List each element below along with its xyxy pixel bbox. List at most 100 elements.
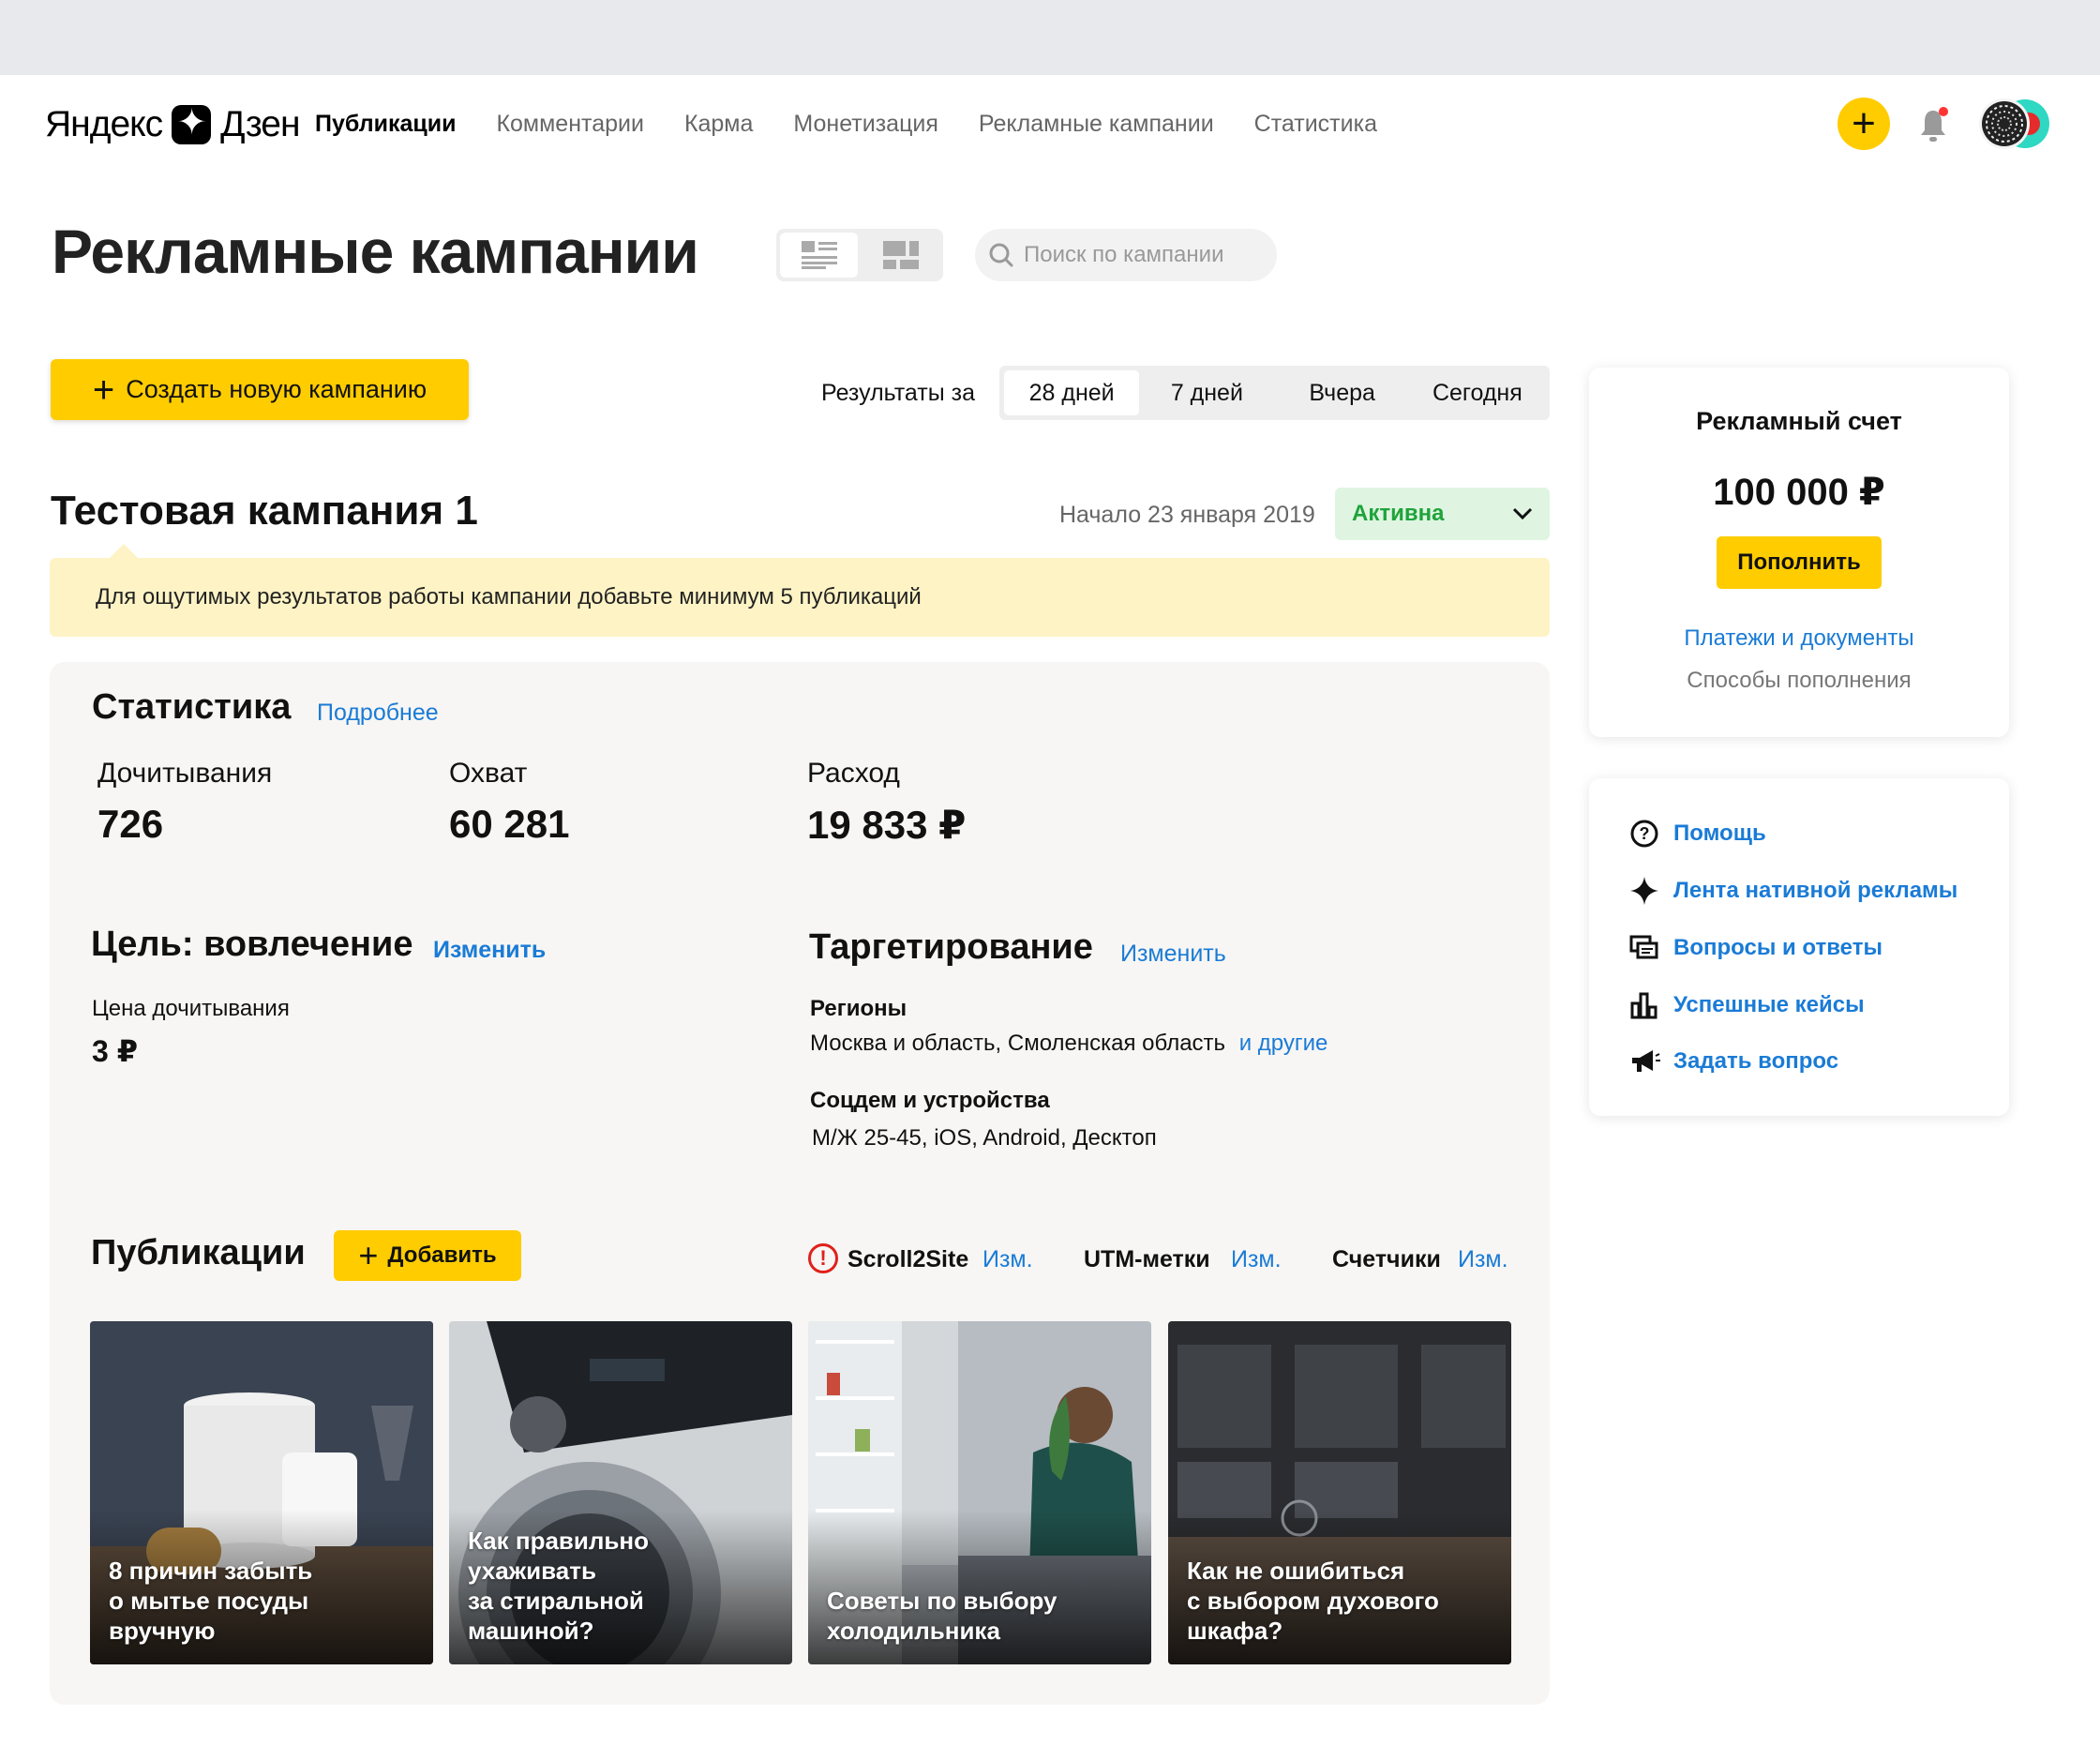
publication-card[interactable]: Как не ошибиться с выбором духового шкаф… xyxy=(1168,1321,1511,1664)
zen-logo-icon xyxy=(172,103,212,144)
stat-label-reach: Охват xyxy=(449,758,528,789)
scroll2site-edit-link[interactable]: Изм. xyxy=(982,1246,1033,1273)
nav-item-publications[interactable]: Публикации xyxy=(315,111,456,138)
campaign-notice: Для ощутимых результатов работы кампании… xyxy=(50,558,1550,637)
publication-caption: 8 причин забыть о мытье посуды вручную xyxy=(109,1556,414,1646)
publication-caption: Советы по выбору холодильника xyxy=(827,1586,1132,1646)
period-label: Результаты за xyxy=(821,380,975,406)
publication-caption: Как правильно ухаживать за стиральной ма… xyxy=(468,1526,773,1646)
goal-price-label: Цена дочитывания xyxy=(92,996,290,1021)
socdem-label: Соцдем и устройства xyxy=(810,1088,1050,1113)
ask-question-link[interactable]: Задать вопрос xyxy=(1628,1046,1838,1077)
stat-value-spend: 19 833 ₽ xyxy=(807,803,967,847)
help-link[interactable]: ? Помощь xyxy=(1628,818,1766,850)
nav-item-karma[interactable]: Карма xyxy=(684,111,753,138)
regions-label: Регионы xyxy=(810,996,908,1021)
publication-card[interactable]: Советы по выбору холодильника xyxy=(808,1321,1151,1664)
logo[interactable]: Яндекс Дзен xyxy=(45,101,301,148)
plus-icon: + xyxy=(358,1236,379,1274)
publication-card[interactable]: Как правильно ухаживать за стиральной ма… xyxy=(449,1321,792,1664)
utm-edit-link[interactable]: Изм. xyxy=(1231,1246,1282,1273)
stat-label-spend: Расход xyxy=(807,758,900,789)
publications-title: Публикации xyxy=(91,1233,306,1272)
help-panel: ? Помощь Лента нативной рекламы Вопросы … xyxy=(1589,778,2009,1116)
notice-text: Для ощутимых результатов работы кампании… xyxy=(96,584,922,610)
search-icon xyxy=(989,243,1013,267)
bar-chart-icon xyxy=(1628,989,1660,1021)
utm-label: UTM-метки xyxy=(1084,1246,1210,1272)
socdem-value: М/Ж 25-45, iOS, Android, Десктоп xyxy=(812,1125,1157,1151)
caption-line: Как не ошибиться xyxy=(1187,1557,1405,1585)
publication-card[interactable]: 8 причин забыть о мытье посуды вручную xyxy=(90,1321,433,1664)
search-input[interactable]: Поиск по кампании xyxy=(975,229,1277,281)
add-publication-button[interactable]: + Добавить xyxy=(334,1230,521,1281)
ask-question-label: Задать вопрос xyxy=(1673,1048,1839,1074)
caption-line: ухаживать xyxy=(468,1557,596,1585)
payments-link[interactable]: Платежи и документы xyxy=(1589,625,2009,652)
notification-dot xyxy=(1939,107,1948,116)
targeting-title: Таргетирование xyxy=(809,927,1093,967)
status-dropdown[interactable]: Активна xyxy=(1335,488,1550,540)
success-cases-label: Успешные кейсы xyxy=(1673,992,1865,1017)
notice-pointer xyxy=(109,544,139,559)
megaphone-icon xyxy=(1628,1046,1660,1077)
nav-item-statistics[interactable]: Статистика xyxy=(1254,111,1377,138)
help-label: Помощь xyxy=(1673,820,1766,846)
nav-item-monetization[interactable]: Монетизация xyxy=(793,111,938,138)
campaign-title: Тестовая кампания 1 xyxy=(51,488,478,534)
list-view-button[interactable] xyxy=(780,233,858,278)
caption-line: шкафа? xyxy=(1187,1617,1283,1645)
ad-account-balance: 100 000 ₽ xyxy=(1713,472,1885,513)
status-badge: Активна xyxy=(1352,501,1445,526)
faq-link[interactable]: Вопросы и ответы xyxy=(1628,932,1882,964)
counters-edit-link[interactable]: Изм. xyxy=(1458,1246,1508,1273)
list-view-icon xyxy=(801,241,837,269)
topup-methods-link[interactable]: Способы пополнения xyxy=(1589,668,2009,694)
nav-item-ad-campaigns[interactable]: Рекламные кампании xyxy=(979,111,1214,138)
period-yesterday[interactable]: Вчера xyxy=(1275,370,1410,415)
svg-text:?: ? xyxy=(1640,824,1650,843)
stats-more-link[interactable]: Подробнее xyxy=(317,700,439,727)
logo-text-zen: Дзен xyxy=(220,104,300,144)
add-publication-label: Добавить xyxy=(387,1242,497,1268)
topup-button[interactable]: Пополнить xyxy=(1717,536,1882,589)
browser-top-strip xyxy=(0,0,2100,75)
period-today[interactable]: Сегодня xyxy=(1410,370,1545,415)
faq-label: Вопросы и ответы xyxy=(1673,935,1882,960)
success-cases-link[interactable]: Успешные кейсы xyxy=(1628,989,1865,1021)
view-toggle xyxy=(776,229,943,281)
question-circle-icon: ? xyxy=(1628,818,1660,850)
warning-icon: ! xyxy=(808,1243,838,1273)
caption-line: с выбором духового xyxy=(1187,1587,1439,1615)
caption-line: за стиральной машиной? xyxy=(468,1587,644,1645)
regions-list: Москва и область, Смоленская область xyxy=(810,1031,1226,1056)
create-plus-button[interactable]: + xyxy=(1838,98,1890,150)
nav-item-comments[interactable]: Комментарии xyxy=(496,111,643,138)
targeting-change-link[interactable]: Изменить xyxy=(1120,941,1226,968)
native-ads-feed-link[interactable]: Лента нативной рекламы xyxy=(1628,875,1958,907)
page-title: Рекламные кампании xyxy=(52,217,699,286)
create-campaign-button[interactable]: + Создать новую кампанию xyxy=(51,359,469,420)
goal-title: Цель: вовлечение xyxy=(91,925,413,964)
grid-view-icon xyxy=(882,241,919,269)
regions-value: Москва и область, Смоленская область и д… xyxy=(810,1031,1328,1057)
caption-line: 8 причин забыть xyxy=(109,1557,313,1585)
ad-account-title: Рекламный счет xyxy=(1696,407,1902,435)
campaign-start-date: Начало 23 января 2019 xyxy=(1059,502,1315,528)
stat-value-reads: 726 xyxy=(98,802,164,846)
regions-more-link[interactable]: и другие xyxy=(1239,1031,1328,1056)
caption-line: о мытье посуды вручную xyxy=(109,1587,309,1645)
caption-line: Советы по выбору xyxy=(827,1587,1058,1615)
period-7-days[interactable]: 7 дней xyxy=(1139,370,1274,415)
stats-title: Статистика xyxy=(92,687,292,727)
avatar[interactable] xyxy=(1976,98,2055,150)
stat-label-reads: Дочитывания xyxy=(98,758,273,789)
grid-view-button[interactable] xyxy=(862,233,939,278)
period-28-days[interactable]: 28 дней xyxy=(1004,370,1140,415)
caption-line: Как правильно xyxy=(468,1527,649,1555)
ad-account-panel: Рекламный счет 100 000 ₽ Пополнить Плате… xyxy=(1589,368,2009,737)
chevron-down-icon xyxy=(1512,507,1533,520)
goal-change-link[interactable]: Изменить xyxy=(433,937,546,964)
create-campaign-label: Создать новую кампанию xyxy=(126,375,428,403)
native-ads-feed-label: Лента нативной рекламы xyxy=(1673,878,1958,903)
